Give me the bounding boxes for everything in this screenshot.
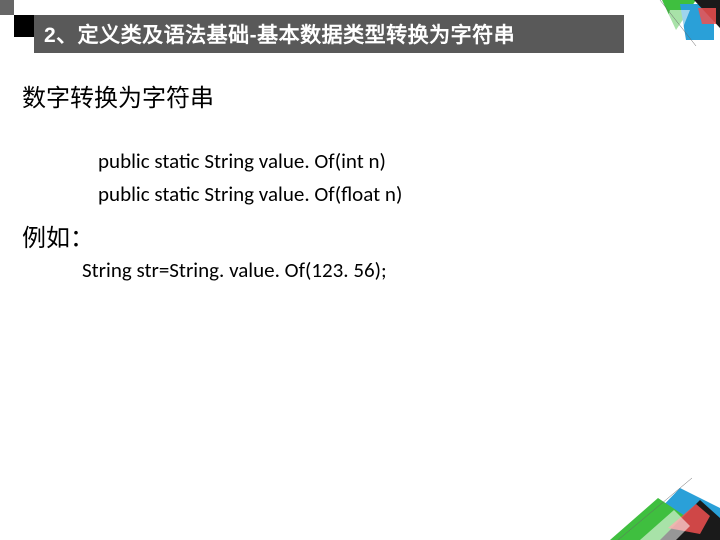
decoration-top-right	[624, 0, 720, 46]
corner-black-block	[14, 15, 34, 37]
code-line-1: public static String value. Of(int n)	[98, 145, 698, 178]
code-line-2: public static String value. Of(float n)	[98, 178, 698, 211]
example-code: String str=String. value. Of(123. 56);	[82, 257, 698, 283]
title-text: 2、定义类及语法基础-基本数据类型转换为字符串	[44, 19, 515, 49]
content-area: 数字转换为字符串 public static String value. Of(…	[22, 78, 698, 283]
title-bar: 2、定义类及语法基础-基本数据类型转换为字符串	[34, 15, 624, 53]
section-title: 数字转换为字符串	[22, 78, 698, 113]
slide-root: 2、定义类及语法基础-基本数据类型转换为字符串 数字转换为字符串 public …	[0, 0, 720, 540]
decoration-bottom-right	[610, 468, 720, 540]
corner-white-notch	[14, 0, 34, 15]
example-label: 例如：	[22, 218, 698, 253]
